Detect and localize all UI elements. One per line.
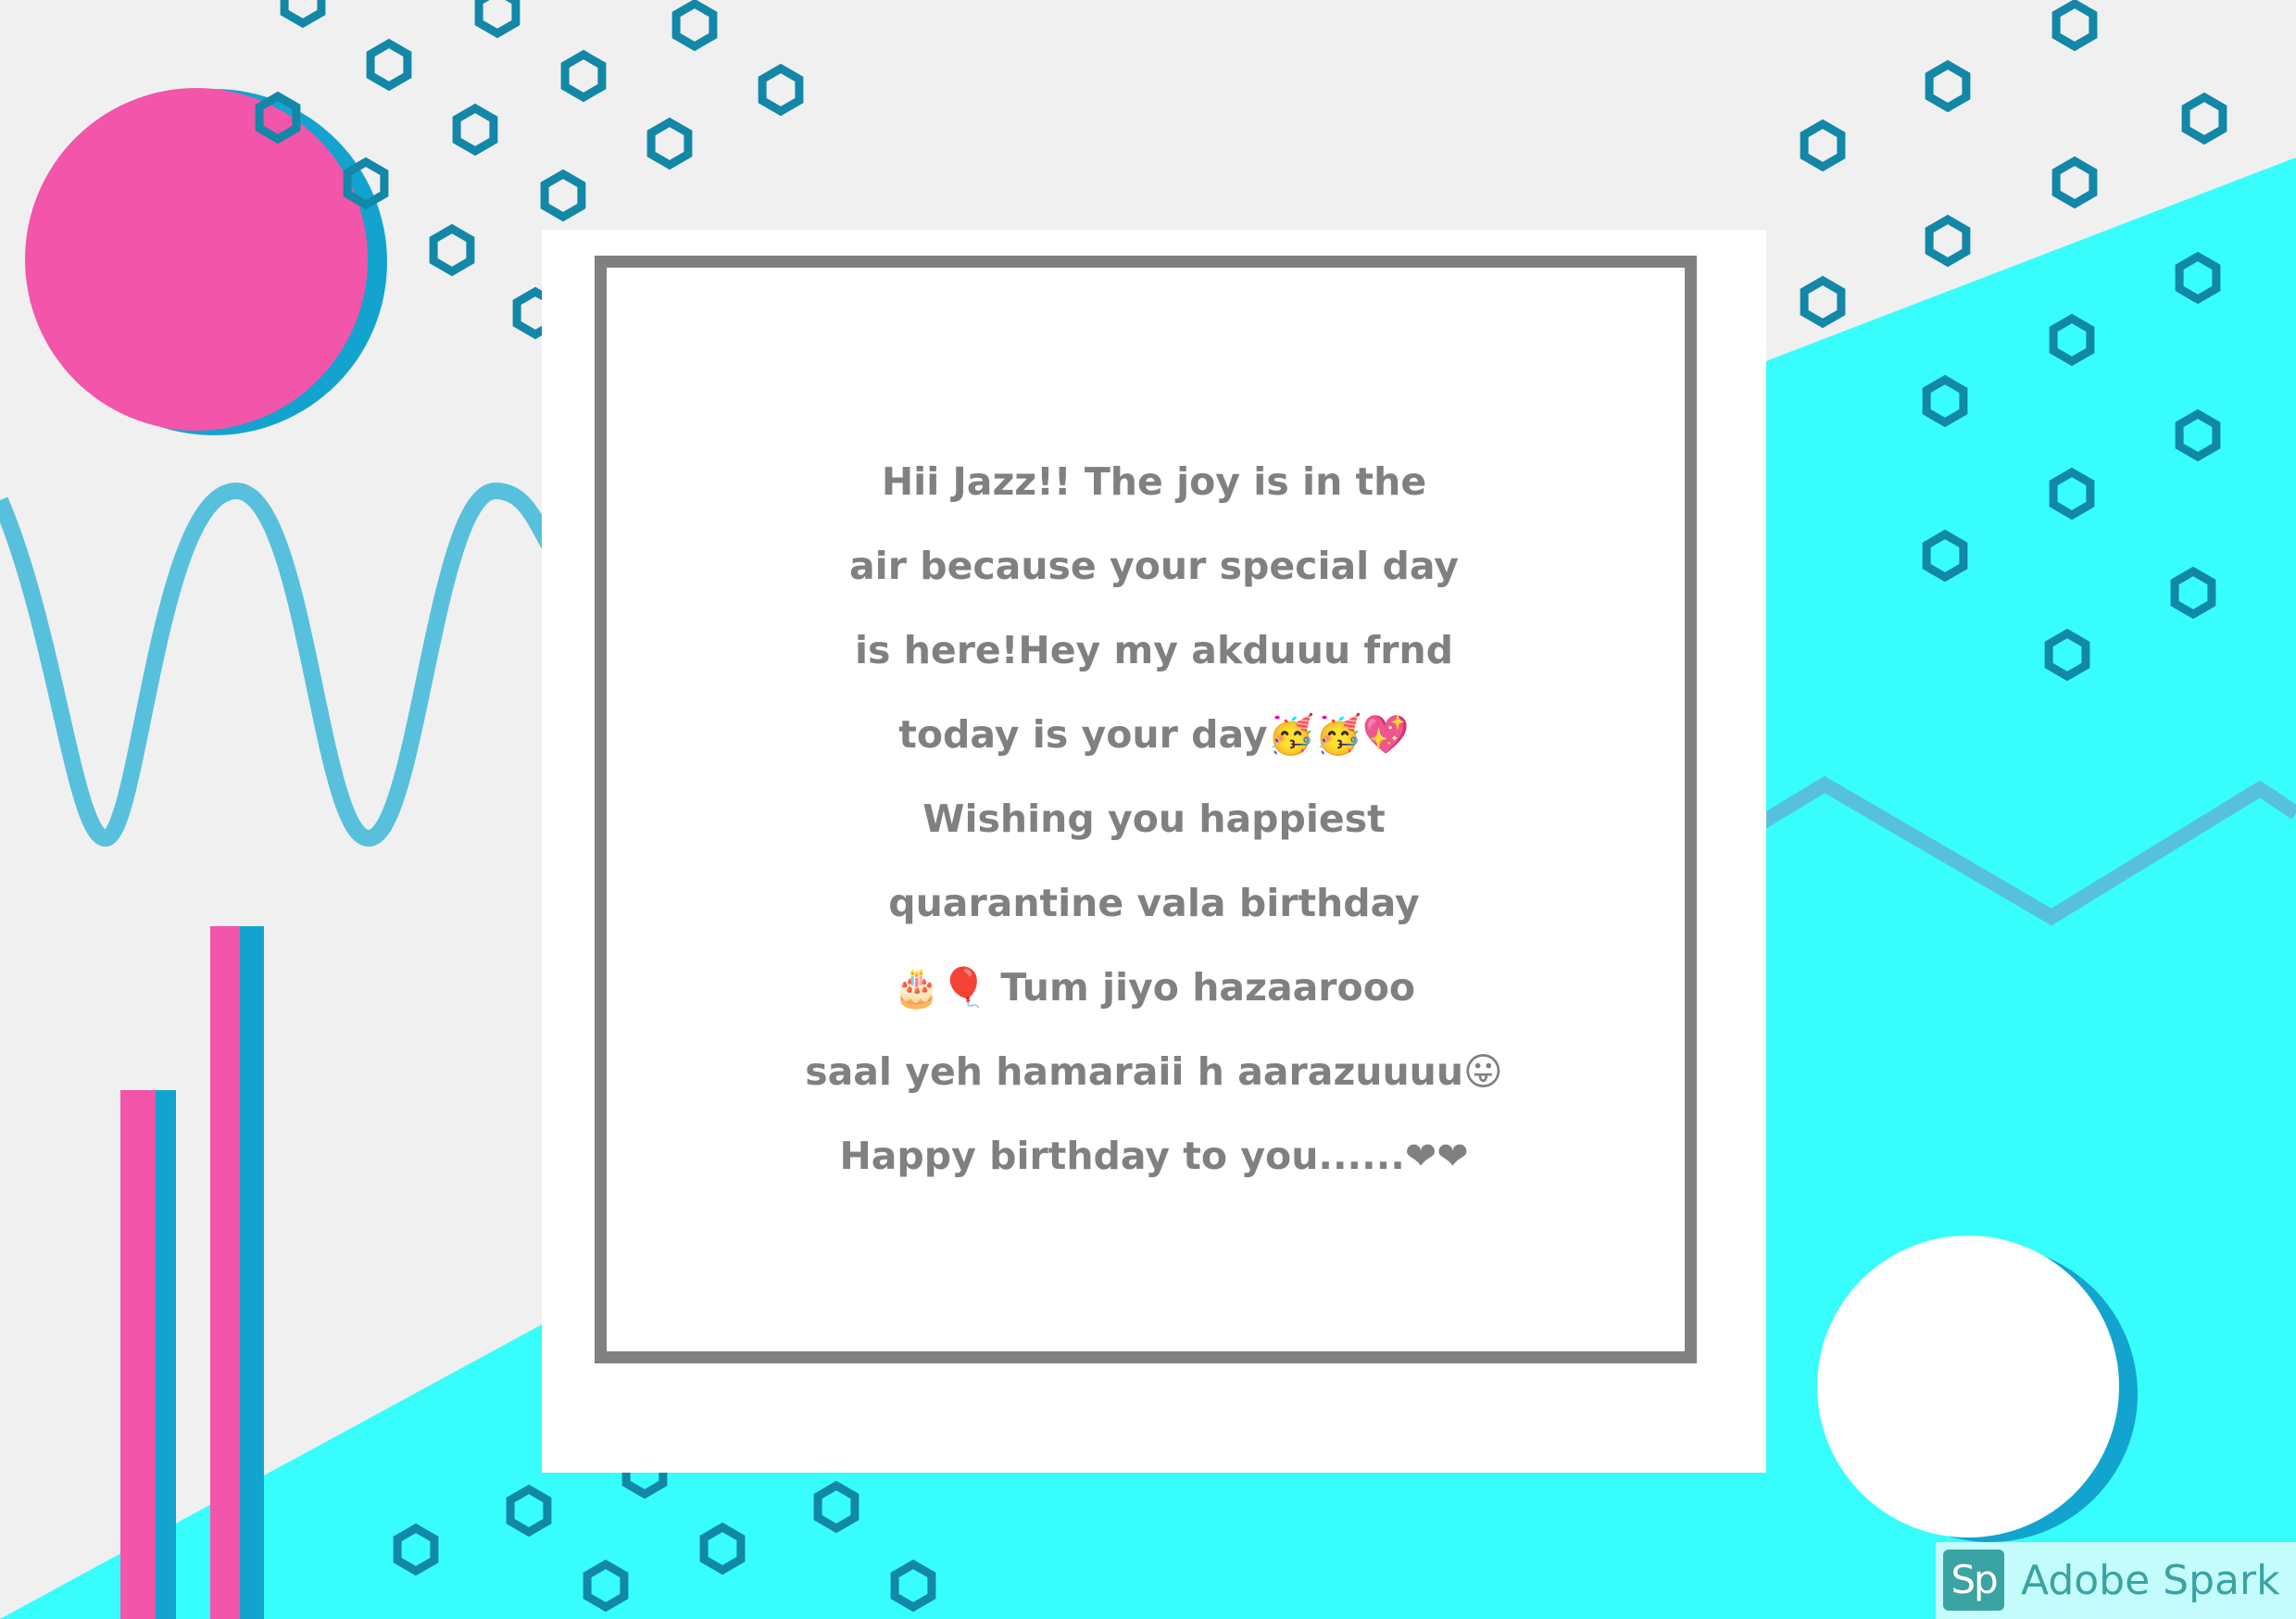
hexagon-icon xyxy=(671,0,718,52)
adobe-spark-logo-icon: Sp xyxy=(1943,1550,2004,1611)
wave-line xyxy=(0,482,563,847)
hexagon-icon xyxy=(1800,275,1846,329)
message-line: saal yeh hamaraii h aarazuuuu😛 xyxy=(805,1049,1503,1094)
hexagon-icon xyxy=(758,63,804,117)
pink-circle xyxy=(25,88,368,431)
hexagon-icon xyxy=(646,117,693,170)
white-circle xyxy=(1817,1236,2119,1537)
hexagon-icon xyxy=(2051,156,2098,209)
message-line: air because your special day xyxy=(849,544,1459,588)
adobe-spark-label: Adobe Spark xyxy=(2021,1557,2280,1604)
message-line: quarantine vala birthday xyxy=(888,881,1420,925)
pink-bar-tall xyxy=(210,926,240,1619)
hexagon-icon xyxy=(2051,0,2098,52)
greeting-card: Hii Jazz!! The joy is in the air because… xyxy=(542,230,1766,1473)
hexagon-icon xyxy=(1800,119,1846,172)
adobe-spark-badge[interactable]: Sp Adobe Spark xyxy=(1936,1542,2296,1619)
hexagon-icon xyxy=(280,0,326,29)
hexagon-icon xyxy=(429,223,475,277)
hexagon-icon xyxy=(540,169,586,222)
message-line: today is your day🥳🥳💖 xyxy=(898,712,1410,757)
hexagon-icon xyxy=(1925,214,1971,268)
pink-bar-short xyxy=(120,1090,156,1619)
hexagon-icon xyxy=(560,49,607,103)
hexagon-icon xyxy=(2181,92,2227,145)
message-line: Happy birthday to you......❤❤ xyxy=(839,1134,1469,1178)
hexagon-icon xyxy=(452,103,498,157)
hexagon-icon xyxy=(474,0,521,39)
message-line: 🎂🎈 Tum jiyo hazaarooo xyxy=(892,965,1416,1010)
birthday-message: Hii Jazz!! The joy is in the air because… xyxy=(542,440,1766,1199)
message-line: Wishing you happiest xyxy=(922,797,1386,841)
hexagon-icon xyxy=(1925,59,1971,113)
message-line: is here!Hey my akduuu frnd xyxy=(854,628,1453,672)
hexagon-icon xyxy=(366,38,412,92)
message-line: Hii Jazz!! The joy is in the xyxy=(881,459,1427,504)
